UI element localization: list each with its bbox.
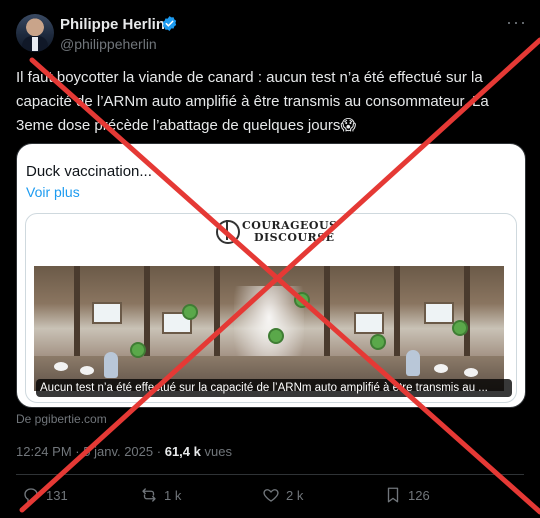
tweet: Philippe Herlin @philippeherlin ··· Il f… (0, 0, 540, 518)
bookmark-icon (387, 487, 399, 503)
author-name[interactable]: Philippe Herlin (60, 16, 165, 33)
tweet-text: Il faut boycotter la viande de canard : … (16, 69, 489, 134)
post-time[interactable]: 12:24 PM (16, 444, 72, 459)
quoted-card[interactable]: Duck vaccination... Voir plus COURAGEOUS… (16, 143, 526, 408)
logo-mark-icon (216, 220, 240, 244)
link-preview[interactable]: COURAGEOUS DISCOURSE Aucun test n’a été … (25, 213, 517, 403)
repost-icon (142, 488, 156, 502)
link-source[interactable]: De pgibertie.com (16, 412, 107, 426)
site-logo: COURAGEOUS DISCOURSE (216, 218, 337, 244)
see-more-link[interactable]: Voir plus (26, 184, 80, 200)
tweet-meta: 12:24 PM · 5 janv. 2025 · 61,4 k vues (16, 444, 232, 459)
logo-text-line2: DISCOURSE (254, 231, 335, 244)
views-label: vues (204, 444, 232, 459)
card-title: Duck vaccination... (26, 163, 152, 180)
heart-icon (263, 489, 279, 502)
repost-count: 1 k (164, 487, 182, 503)
verified-badge-icon (162, 16, 177, 31)
author-handle[interactable]: @philippeherlin (60, 36, 157, 52)
like-count: 2 k (286, 487, 304, 503)
preview-image (34, 266, 504, 391)
repost-button[interactable]: 1 k (140, 486, 181, 504)
bookmark-button[interactable]: 126 (384, 486, 430, 504)
like-button[interactable]: 2 k (262, 486, 303, 504)
reply-button[interactable]: 131 (22, 486, 68, 504)
post-date[interactable]: 5 janv. 2025 (83, 444, 153, 459)
divider (16, 474, 524, 475)
image-caption: Aucun test n’a été effectué sur la capac… (36, 379, 512, 397)
reply-count: 131 (46, 487, 68, 503)
meta-separator: · (75, 444, 80, 459)
more-options-icon[interactable]: ··· (506, 12, 527, 33)
bookmark-count: 126 (408, 487, 430, 503)
avatar[interactable] (16, 14, 54, 52)
views-count: 61,4 k (164, 444, 201, 459)
reply-icon (24, 488, 38, 503)
meta-separator: · (156, 444, 162, 459)
